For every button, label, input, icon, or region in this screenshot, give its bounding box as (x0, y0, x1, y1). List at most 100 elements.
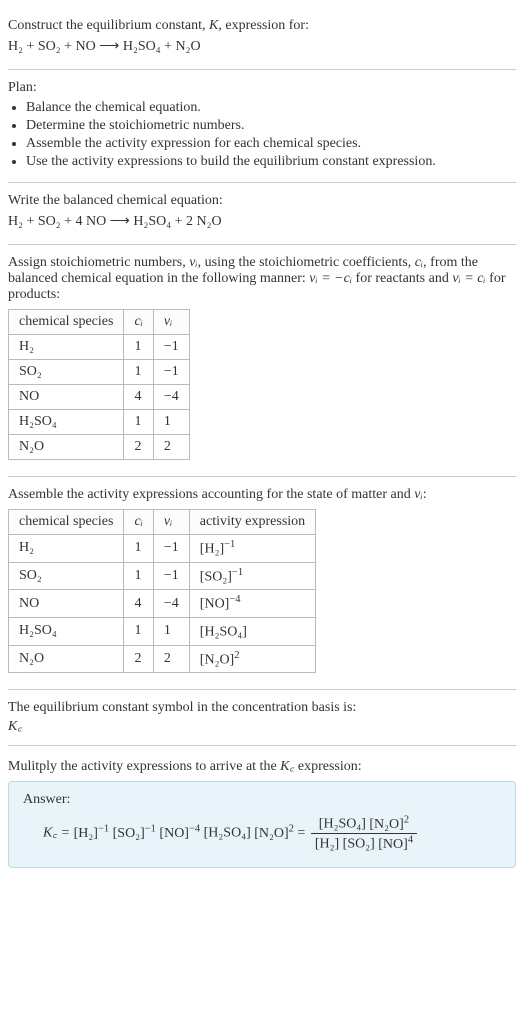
plan-item: Assemble the activity expression for eac… (26, 136, 516, 152)
cell: 1 (124, 335, 153, 360)
cell: H₂ (9, 535, 124, 563)
balanced-equation: H₂ + SO₂ + 4 NO ⟶ H₂SO₄ + 2 N₂O (8, 213, 516, 230)
cell: SO₂ (9, 360, 124, 385)
exp: 2 (234, 650, 239, 661)
cell: −4 (153, 385, 189, 410)
activity-title: Assemble the activity expressions accoun… (8, 487, 516, 503)
e: −1 (145, 823, 156, 834)
cell: H₂SO₄ (9, 617, 124, 645)
t: Mulitply the activity expressions to arr… (8, 759, 280, 774)
term: [NO]−4 (159, 826, 200, 841)
balanced-title: Write the balanced chemical equation: (8, 193, 516, 209)
cell-act: [H₂]−1 (189, 535, 315, 563)
exp: −4 (229, 594, 240, 605)
cell-act: [SO₂]−1 (189, 562, 315, 590)
symbol-title: The equilibrium constant symbol in the c… (8, 700, 516, 716)
cell: 1 (153, 410, 189, 435)
e: −1 (98, 823, 109, 834)
final-title: Mulitply the activity expressions to arr… (8, 756, 516, 775)
c-i: cᵢ (415, 255, 423, 270)
term: [N₂O]2 (254, 826, 294, 841)
plan-section: Plan: Balance the chemical equation. Det… (8, 70, 516, 183)
numerator: [H₂SO₄] [N₂O]2 (311, 814, 417, 834)
answer-box: Answer: K꜀ = [H₂]−1 [SO₂]−1 [NO]−4 [H₂SO… (8, 781, 516, 867)
base: [N₂O] (200, 652, 234, 667)
table-row: NO4−4 (9, 385, 190, 410)
table-header-row: chemical species cᵢ νᵢ (9, 310, 190, 335)
exp: −1 (232, 567, 243, 578)
th-nu: νᵢ (153, 510, 189, 535)
b: [NO] (159, 826, 189, 841)
cell: NO (9, 590, 124, 618)
table-row: SO₂1−1[SO₂]−1 (9, 562, 316, 590)
lhs: K꜀ = (43, 826, 74, 841)
intro-equation: H₂ + SO₂ + NO ⟶ H₂SO₄ + N₂O (8, 38, 516, 55)
term: [NO]4 (378, 837, 413, 852)
t: : (423, 487, 427, 502)
e: −4 (189, 823, 200, 834)
cell: 1 (124, 617, 153, 645)
cell: 1 (124, 562, 153, 590)
table-row: SO₂1−1 (9, 360, 190, 385)
term: [H₂]−1 (74, 826, 110, 841)
cell: 1 (124, 410, 153, 435)
table-row: H₂SO₄11[H₂SO₄] (9, 617, 316, 645)
intro-post: , expression for: (218, 18, 309, 33)
b: [H₂] (74, 826, 98, 841)
b: [N₂O] (369, 817, 403, 832)
cell: 1 (124, 360, 153, 385)
table-row: N₂O22 (9, 435, 190, 460)
base: [SO₂] (200, 569, 232, 584)
cell: −1 (153, 562, 189, 590)
cell-act: [H₂SO₄] (189, 617, 315, 645)
rel1: νᵢ = −cᵢ (309, 271, 352, 286)
t: , using the stoichiometric coefficients, (198, 255, 415, 270)
th-species: chemical species (9, 510, 124, 535)
eq-sign: = (297, 826, 308, 841)
t: expression: (294, 759, 361, 774)
stoich-text: Assign stoichiometric numbers, νᵢ, using… (8, 255, 516, 303)
plan-list: Balance the chemical equation. Determine… (8, 100, 516, 170)
stoich-table: chemical species cᵢ νᵢ H₂1−1 SO₂1−1 NO4−… (8, 309, 190, 460)
cell: N₂O (9, 435, 124, 460)
th-nu: νᵢ (153, 310, 189, 335)
kc: K꜀ (280, 759, 294, 774)
answer-label: Answer: (23, 792, 501, 808)
cell: 2 (124, 435, 153, 460)
nu-i: νᵢ (189, 255, 197, 270)
table-header-row: chemical species cᵢ νᵢ activity expressi… (9, 510, 316, 535)
t: Assemble the activity expressions accoun… (8, 487, 414, 502)
cell: −1 (153, 535, 189, 563)
intro-section: Construct the equilibrium constant, K, e… (8, 8, 516, 70)
table-row: H₂1−1[H₂]−1 (9, 535, 316, 563)
nu-i: νᵢ (414, 487, 422, 502)
denominator: [H₂] [SO₂] [NO]4 (311, 834, 417, 853)
activity-table: chemical species cᵢ νᵢ activity expressi… (8, 509, 316, 673)
answer-expression: K꜀ = [H₂]−1 [SO₂]−1 [NO]−4 [H₂SO₄] [N₂O]… (23, 814, 501, 852)
base: [H₂] (200, 542, 224, 557)
cell: −1 (153, 360, 189, 385)
b: [H₂SO₄] (204, 826, 251, 841)
plan-item: Balance the chemical equation. (26, 100, 516, 116)
b: [H₂] (315, 837, 339, 852)
t: for reactants and (352, 271, 452, 286)
plan-item: Use the activity expressions to build th… (26, 154, 516, 170)
stoich-section: Assign stoichiometric numbers, νᵢ, using… (8, 245, 516, 477)
activity-section: Assemble the activity expressions accoun… (8, 477, 516, 690)
base: [H₂SO₄] (200, 625, 247, 640)
final-section: Mulitply the activity expressions to arr… (8, 746, 516, 877)
b: [H₂SO₄] (319, 817, 366, 832)
b: [SO₂] (343, 837, 375, 852)
cell: N₂O (9, 645, 124, 673)
cell-act: [N₂O]2 (189, 645, 315, 673)
intro-line: Construct the equilibrium constant, K, e… (8, 18, 516, 34)
cell: −1 (153, 335, 189, 360)
fraction: [H₂SO₄] [N₂O]2 [H₂] [SO₂] [NO]4 (311, 814, 417, 852)
b: [N₂O] (254, 826, 288, 841)
table-row: H₂SO₄11 (9, 410, 190, 435)
table-row: N₂O22[N₂O]2 (9, 645, 316, 673)
cell: 4 (124, 385, 153, 410)
cell: −4 (153, 590, 189, 618)
cell: 2 (153, 435, 189, 460)
table-row: NO4−4[NO]−4 (9, 590, 316, 618)
